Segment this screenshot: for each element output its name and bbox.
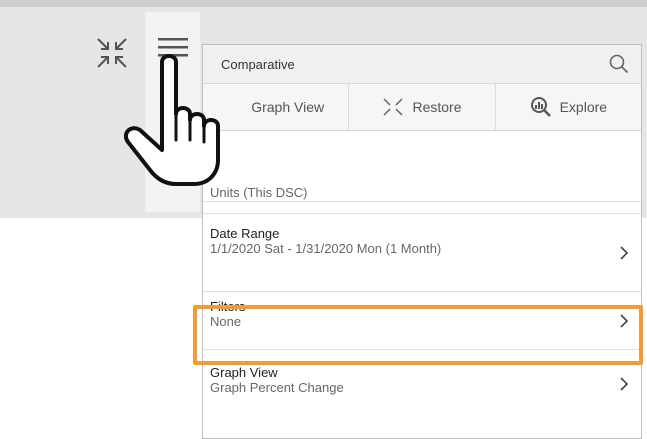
date-range-row[interactable]: Date Range 1/1/2020 Sat - 1/31/2020 Mon … — [203, 214, 641, 292]
search-icon[interactable] — [609, 54, 629, 74]
explore-icon — [530, 97, 551, 117]
chevron-right-icon — [620, 377, 629, 391]
restore-label: Restore — [412, 99, 462, 115]
graph-view-value: Graph Percent Change — [210, 380, 344, 395]
restore-button[interactable]: Restore — [349, 84, 496, 130]
date-range-title: Date Range — [210, 226, 280, 241]
graph-view-title: Graph View — [210, 365, 278, 380]
explore-button[interactable]: Explore — [496, 84, 641, 130]
chevron-right-icon — [620, 245, 629, 260]
hand-pointer-icon — [123, 54, 220, 186]
date-range-value: 1/1/2020 Sat - 1/31/2020 Mon (1 Month) — [210, 241, 442, 256]
top-edge — [0, 0, 647, 7]
filters-highlight — [193, 305, 643, 365]
restore-icon — [383, 98, 403, 116]
explore-label: Explore — [559, 99, 608, 115]
